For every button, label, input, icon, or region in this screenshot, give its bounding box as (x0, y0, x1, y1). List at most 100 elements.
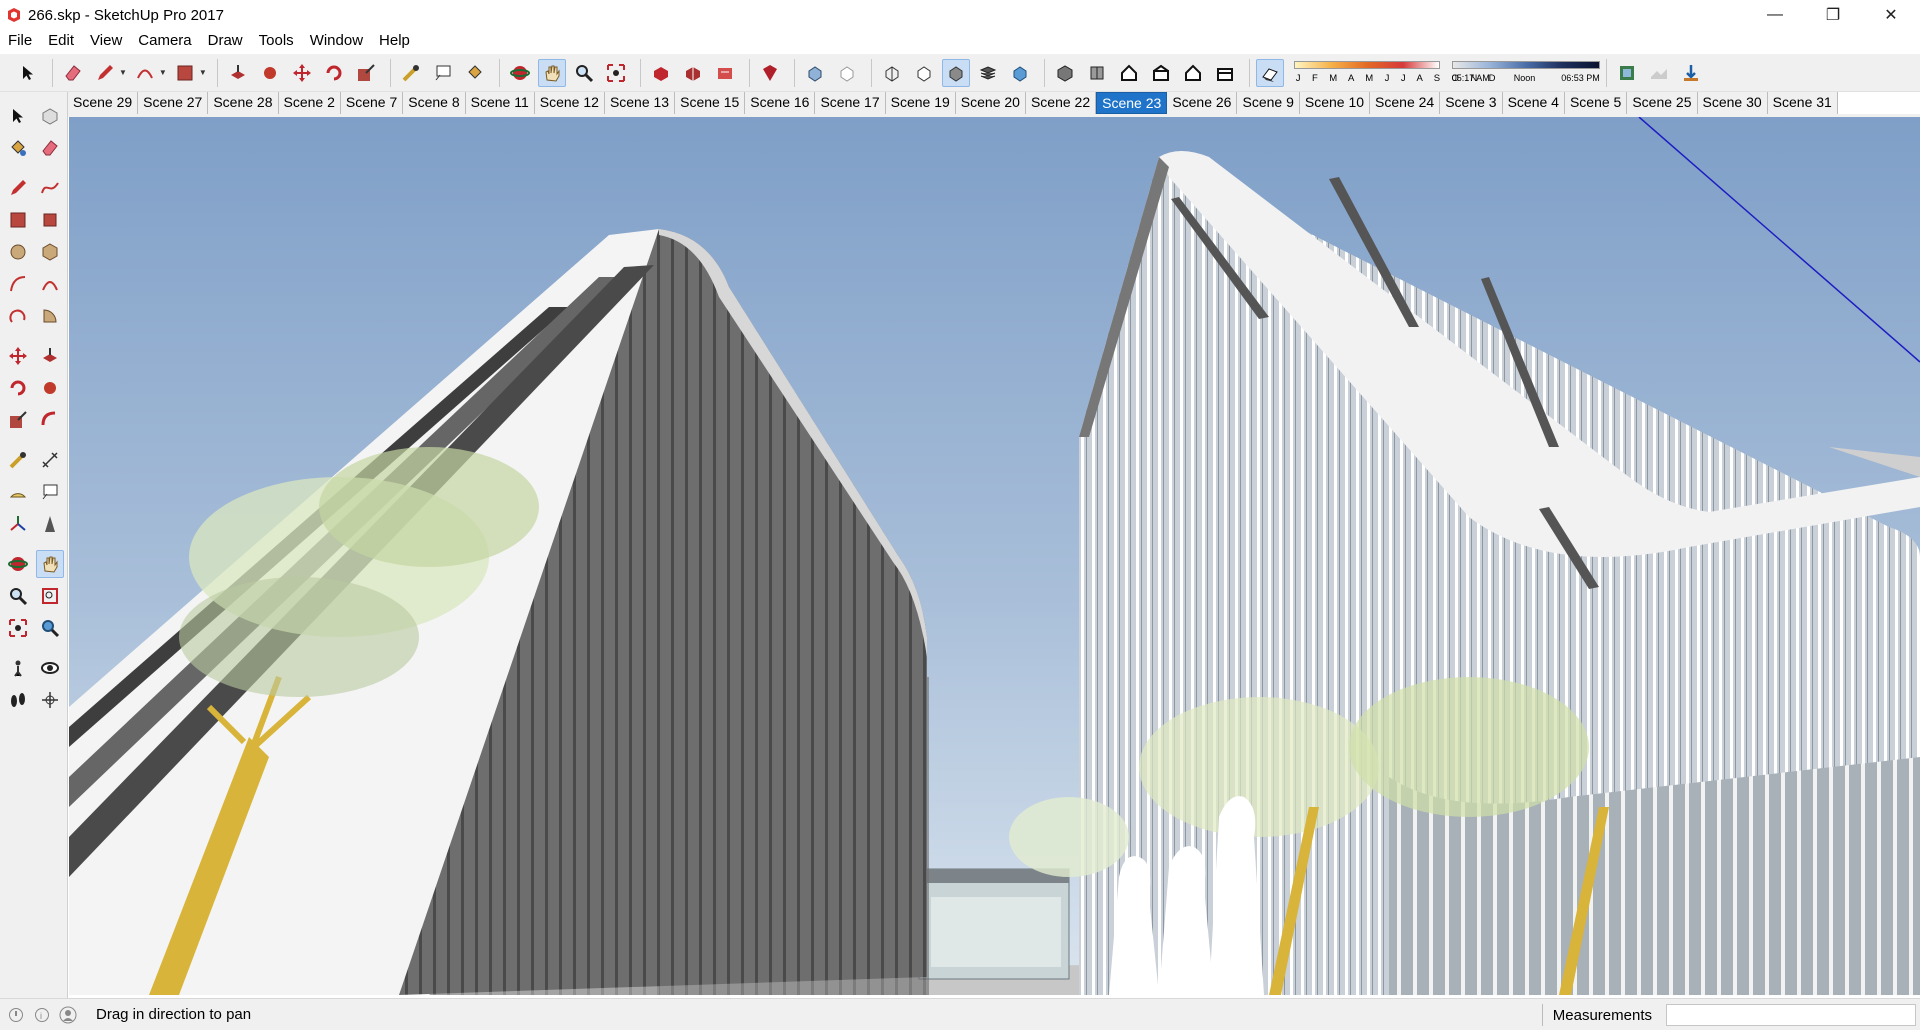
select-tool-icon[interactable] (4, 102, 32, 130)
menu-edit[interactable]: Edit (40, 30, 82, 52)
top-view-icon[interactable] (1083, 59, 1111, 87)
3d-text-tool-icon[interactable] (36, 510, 64, 538)
extension-warehouse-icon[interactable] (756, 59, 784, 87)
shadow-time-slider[interactable]: 05:17 AM Noon 06:53 PM (1451, 59, 1600, 87)
rotate-tool-icon[interactable] (4, 374, 32, 402)
iso-view-icon[interactable] (1051, 59, 1079, 87)
zoom-extents-tool-icon[interactable] (4, 614, 32, 642)
scene-tab[interactable]: Scene 15 (675, 92, 746, 114)
scene-tab[interactable]: Scene 27 (138, 92, 209, 114)
rotate-tool-icon[interactable] (320, 59, 348, 87)
follow-me-tool-icon[interactable] (36, 374, 64, 402)
wireframe-style-icon[interactable] (878, 59, 906, 87)
orbit-tool-icon[interactable] (4, 550, 32, 578)
monochrome-style-icon[interactable] (1006, 59, 1034, 87)
pan-tool-icon[interactable] (537, 58, 566, 87)
scene-tab[interactable]: Scene 4 (1503, 92, 1565, 114)
scene-tab[interactable]: Scene 30 (1698, 92, 1768, 114)
zoom-tool-icon[interactable] (4, 582, 32, 610)
text-tool-icon[interactable] (36, 478, 64, 506)
menu-camera[interactable]: Camera (130, 30, 199, 52)
rectangle-tool-icon[interactable] (4, 206, 32, 234)
scene-tab[interactable]: Scene 29 (68, 92, 139, 114)
shaded-textures-style-icon[interactable] (974, 59, 1002, 87)
zoom-window-tool-icon[interactable] (36, 582, 64, 610)
shadow-date-slider[interactable]: J F M A M J J A S O N D (1293, 59, 1496, 87)
scene-tab[interactable]: Scene 28 (208, 92, 279, 114)
dimension-tool-icon[interactable] (36, 446, 64, 474)
paint-bucket-tool-icon[interactable] (461, 59, 489, 87)
pencil-dropdown-icon[interactable]: ▼ (119, 68, 127, 77)
orbit-tool-icon[interactable] (506, 59, 534, 87)
scene-tab[interactable]: Scene 20 (956, 92, 1026, 114)
scene-tab[interactable]: Scene 26 (1167, 92, 1238, 114)
pie-tool-icon[interactable] (36, 302, 64, 330)
scale-tool-icon[interactable] (4, 406, 32, 434)
zoom-tool-icon[interactable] (570, 59, 598, 87)
menu-window[interactable]: Window (302, 30, 371, 52)
position-camera-tool-icon[interactable] (4, 654, 32, 682)
menu-view[interactable]: View (82, 30, 130, 52)
import-icon[interactable] (1677, 59, 1705, 87)
scene-tab[interactable]: Scene 16 (745, 92, 816, 114)
scene-tab[interactable]: Scene 22 (1026, 92, 1097, 114)
scene-tab-active[interactable]: Scene 23 (1096, 92, 1168, 114)
circle-tool-icon[interactable] (4, 238, 32, 266)
walk-tool-icon[interactable] (4, 686, 32, 714)
back-view-icon[interactable] (1179, 59, 1207, 87)
arc-dropdown-icon[interactable]: ▼ (159, 68, 167, 77)
zoom-extents-tool-icon[interactable] (602, 59, 630, 87)
left-view-icon[interactable] (1211, 59, 1239, 87)
scene-tab[interactable]: Scene 17 (815, 92, 886, 114)
scene-tab[interactable]: Scene 2 (279, 92, 341, 114)
select-tool-icon[interactable] (14, 59, 42, 87)
shadows-toggle-icon[interactable] (1255, 58, 1284, 87)
scene-tab[interactable]: Scene 31 (1768, 92, 1838, 114)
geo-location-icon[interactable] (6, 1005, 26, 1025)
tape-measure-tool-icon[interactable] (397, 59, 425, 87)
tape-measure-tool-icon[interactable] (4, 446, 32, 474)
minimize-button[interactable]: — (1746, 0, 1804, 30)
scene-tab[interactable]: Scene 13 (605, 92, 676, 114)
model-viewport[interactable] (69, 117, 1920, 995)
scene-tab[interactable]: Scene 9 (1237, 92, 1300, 114)
arc-tool-icon[interactable] (131, 59, 159, 87)
eraser-tool-icon[interactable] (36, 134, 64, 162)
back-edges-style-icon[interactable] (833, 59, 861, 87)
rectangle-tool-icon[interactable] (171, 59, 199, 87)
push-pull-tool-icon[interactable] (36, 342, 64, 370)
close-button[interactable]: ✕ (1862, 0, 1920, 30)
pencil-tool-icon[interactable] (91, 59, 119, 87)
move-tool-icon[interactable] (4, 342, 32, 370)
warehouse-icon[interactable] (647, 59, 675, 87)
scene-tab[interactable]: Scene 7 (341, 92, 404, 114)
hidden-line-style-icon[interactable] (910, 59, 938, 87)
polygon-tool-icon[interactable] (36, 238, 64, 266)
scene-tab[interactable]: Scene 24 (1370, 92, 1441, 114)
protractor-tool-icon[interactable] (4, 478, 32, 506)
share-model-icon[interactable] (679, 59, 707, 87)
shape-dropdown-icon[interactable]: ▼ (199, 68, 207, 77)
restore-button[interactable]: ❐ (1804, 0, 1862, 30)
menu-tools[interactable]: Tools (251, 30, 302, 52)
scene-tab[interactable]: Scene 12 (535, 92, 605, 114)
push-pull-tool-icon[interactable] (224, 59, 252, 87)
menu-help[interactable]: Help (371, 30, 418, 52)
text-tool-icon[interactable] (429, 59, 457, 87)
front-view-icon[interactable] (1115, 59, 1143, 87)
scene-tab[interactable]: Scene 19 (886, 92, 956, 114)
eraser-tool-icon[interactable] (59, 59, 87, 87)
arc-tool-icon[interactable] (4, 270, 32, 298)
scene-tab[interactable]: Scene 11 (466, 92, 535, 114)
measurements-input[interactable] (1666, 1004, 1916, 1026)
pan-tool-icon[interactable] (36, 550, 64, 578)
section-plane-tool-icon[interactable] (36, 686, 64, 714)
rotated-rectangle-tool-icon[interactable] (36, 206, 64, 234)
freehand-tool-icon[interactable] (36, 174, 64, 202)
scene-tab[interactable]: Scene 3 (1440, 92, 1503, 114)
add-location-icon[interactable] (1613, 59, 1641, 87)
make-component-icon[interactable] (36, 102, 64, 130)
share-component-icon[interactable] (711, 59, 739, 87)
previous-view-icon[interactable] (36, 614, 64, 642)
scene-tab[interactable]: Scene 10 (1300, 92, 1371, 114)
